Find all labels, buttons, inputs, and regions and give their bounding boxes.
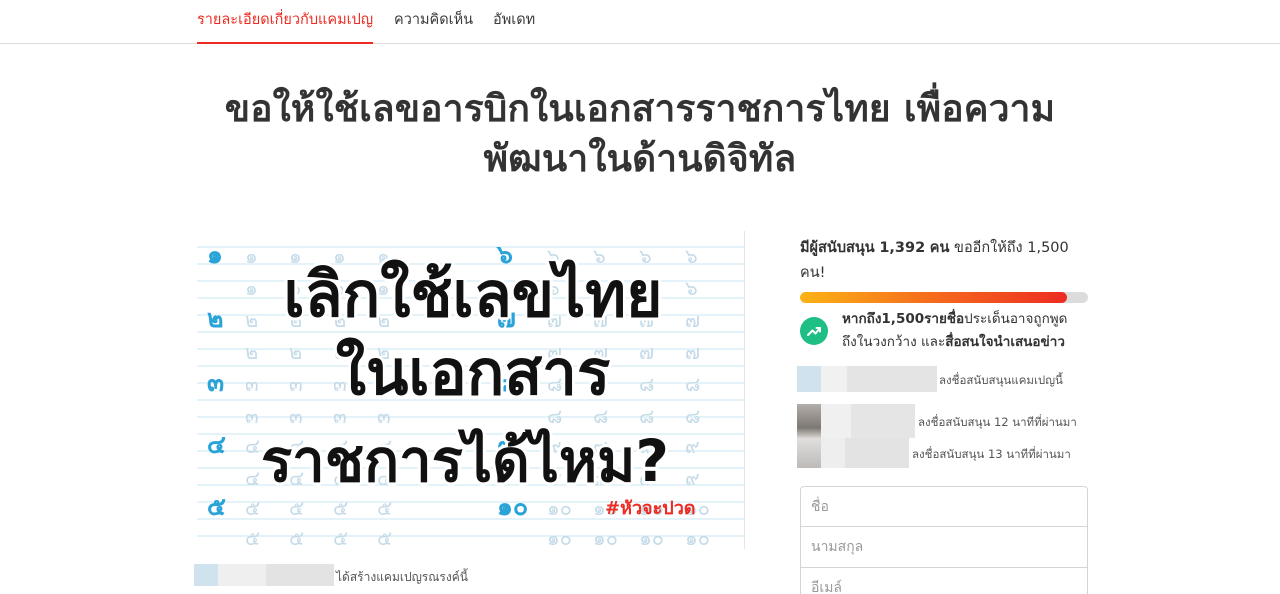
hero-faint-digit: ๕ [245, 496, 260, 520]
signature-progress-fill [800, 292, 1068, 303]
hero-faint-digit: ๑๐ [547, 526, 572, 549]
tab-comments[interactable]: ความคิดเห็น [394, 0, 473, 44]
campaign-title-line-1: ขอให้ใช้เลขอารบิกในเอกสารราชการไทย เพื่อ… [224, 87, 1056, 130]
milestone-text: หากถึง1,500รายชื่อประเด็นอาจถูกพูด ถึงใน… [842, 308, 1092, 354]
supporter-count: 1,392 [879, 240, 926, 256]
signer-activity: ลงชื่อสนับสนุน 12 นาทีที่ผ่านมา [918, 415, 1077, 429]
trending-up-icon [800, 317, 828, 345]
campaign-tab-bar: รายละเอียดเกี่ยวกับแคมเปญ ความคิดเห็น อั… [0, 0, 1280, 44]
hero-faint-digit: ๕ [377, 526, 392, 549]
hero-faint-digit: ๙ [685, 434, 700, 458]
sign-petition-form [800, 486, 1088, 594]
milestone-goal: หากถึง1,500รายชื่อ [842, 311, 965, 327]
hero-faint-digit: ๕ [289, 496, 304, 520]
signer-activity: ลงชื่อสนับสนุน 13 นาทีที่ผ่านมา [912, 447, 1071, 461]
hero-faint-digit: ๔ [245, 466, 260, 490]
supporter-goal-suffix: คน! [800, 265, 826, 281]
hero-digit-1: ๑ [207, 240, 223, 269]
email-field[interactable] [800, 568, 1088, 594]
hero-faint-digit: ๑๐ [547, 496, 572, 520]
last-name-field[interactable] [800, 527, 1088, 568]
first-name-field[interactable] [800, 486, 1088, 527]
hero-faint-digit: ๕ [333, 496, 348, 520]
hero-faint-digit: ๑๐ [685, 526, 710, 549]
hero-digit-3: ๓ [207, 368, 224, 397]
hero-faint-digit: ๑๐ [593, 526, 618, 549]
hero-faint-digit: ๓ [289, 372, 303, 396]
hero-faint-digit: ๑ [245, 276, 258, 300]
hero-headline-line-3: ราชการได้ไหม? [261, 427, 669, 495]
campaign-hero-image: ๑๖๑๖๑๖๑๖๑๖๑๖๑๖๑๖๒๗๒๗๒๗๒๗๒๗๒๗๒๗๒๗๓๘๓๘๓๘๓๘… [197, 231, 745, 549]
recent-signer: ลงชื่อสนับสนุนแคมเปญนี้ [797, 366, 1097, 392]
creator-avatar-blurred [194, 564, 218, 586]
hero-headline-line-1: เลิกใช้เลขไทย [283, 258, 662, 331]
hero-faint-digit: ๑๐ [639, 526, 664, 549]
hero-faint-digit: ๓ [245, 372, 259, 396]
hero-faint-digit: ๕ [377, 496, 392, 520]
hero-faint-digit: ๘ [639, 372, 654, 396]
signer-activity: ลงชื่อสนับสนุนแคมเปญนี้ [939, 373, 1063, 387]
hero-faint-digit: ๘ [685, 372, 700, 396]
signer-avatar-blurred [797, 366, 821, 392]
supporter-unit: คน [929, 240, 950, 256]
hero-digit-10: ๑๐ [497, 492, 528, 521]
supporter-count-text: มีผู้สนับสนุน 1,392 คน ขออีกให้ถึง 1,500… [800, 236, 1088, 286]
signer-name-blurred [821, 404, 851, 438]
hero-hashtag: #หัวจะปวด [605, 498, 696, 519]
hero-faint-digit: ๙ [685, 466, 700, 490]
hero-faint-digit: ๓ [289, 404, 303, 428]
campaign-creator: ได้สร้างแคมเปญรณรงค์นี้ [194, 564, 494, 586]
signer-name-blurred [821, 438, 845, 468]
hero-faint-digit: ๒ [289, 340, 302, 364]
hero-faint-digit: ๘ [639, 404, 654, 428]
signer-name-blurred-2 [851, 404, 915, 438]
recent-signer: ลงชื่อสนับสนุน 13 นาทีที่ผ่านมา [797, 438, 1087, 468]
support-panel: มีผู้สนับสนุน 1,392 คน ขออีกให้ถึง 1,500… [800, 236, 1088, 350]
hero-digit-4: ๔ [207, 430, 226, 459]
signer-avatar-blurred [797, 438, 821, 468]
creator-name-blurred-2 [266, 564, 334, 586]
creator-name-blurred [218, 564, 266, 586]
hero-faint-digit: ๑ [245, 244, 258, 268]
milestone-media: สื่อสนใจนำเสนอข่าว [945, 334, 1065, 350]
signer-avatar-blurred [797, 404, 821, 438]
campaign-title: ขอให้ใช้เลขอารบิกในเอกสารราชการไทย เพื่อ… [190, 84, 1090, 184]
signature-progress-bar [800, 292, 1088, 303]
hero-faint-digit: ๘ [685, 404, 700, 428]
hero-faint-digit: ๕ [333, 526, 348, 549]
hero-faint-digit: ๕ [245, 526, 260, 549]
supporter-goal: ขออีกให้ถึง 1,500 [954, 240, 1069, 256]
signer-name-blurred-2 [847, 366, 937, 392]
hero-faint-digit: ๒ [245, 340, 258, 364]
hero-digit-2: ๒ [207, 304, 223, 333]
creator-label: ได้สร้างแคมเปญรณรงค์นี้ [336, 570, 468, 584]
hero-faint-digit: ๒ [245, 308, 258, 332]
hero-faint-digit: ๓ [245, 404, 259, 428]
milestone-text-2: ถึงในวงกว้าง และ [842, 334, 946, 350]
hero-headline-line-2: ในเอกสาร [336, 336, 611, 409]
hero-faint-digit: ๗ [685, 340, 700, 364]
supporter-prefix: มีผู้สนับสนุน [800, 240, 875, 256]
signer-name-blurred-2 [845, 438, 909, 468]
hero-digit-5: ๕ [207, 492, 226, 521]
milestone-text-1: ประเด็นอาจถูกพูด [964, 311, 1068, 327]
recent-signer: ลงชื่อสนับสนุน 12 นาทีที่ผ่านมา [797, 404, 1087, 438]
hero-faint-digit: ๗ [639, 340, 654, 364]
hero-faint-digit: ๔ [245, 434, 260, 458]
hero-faint-digit: ๖ [685, 244, 698, 268]
hero-faint-digit: ๕ [289, 526, 304, 549]
tab-campaign-details[interactable]: รายละเอียดเกี่ยวกับแคมเปญ [197, 0, 374, 44]
campaign-title-line-2: พัฒนาในด้านดิจิทัล [483, 137, 797, 180]
hero-faint-digit: ๖ [685, 276, 698, 300]
tab-updates[interactable]: อัพเดท [493, 0, 535, 44]
signer-name-blurred [821, 366, 847, 392]
hero-faint-digit: ๗ [685, 308, 700, 332]
